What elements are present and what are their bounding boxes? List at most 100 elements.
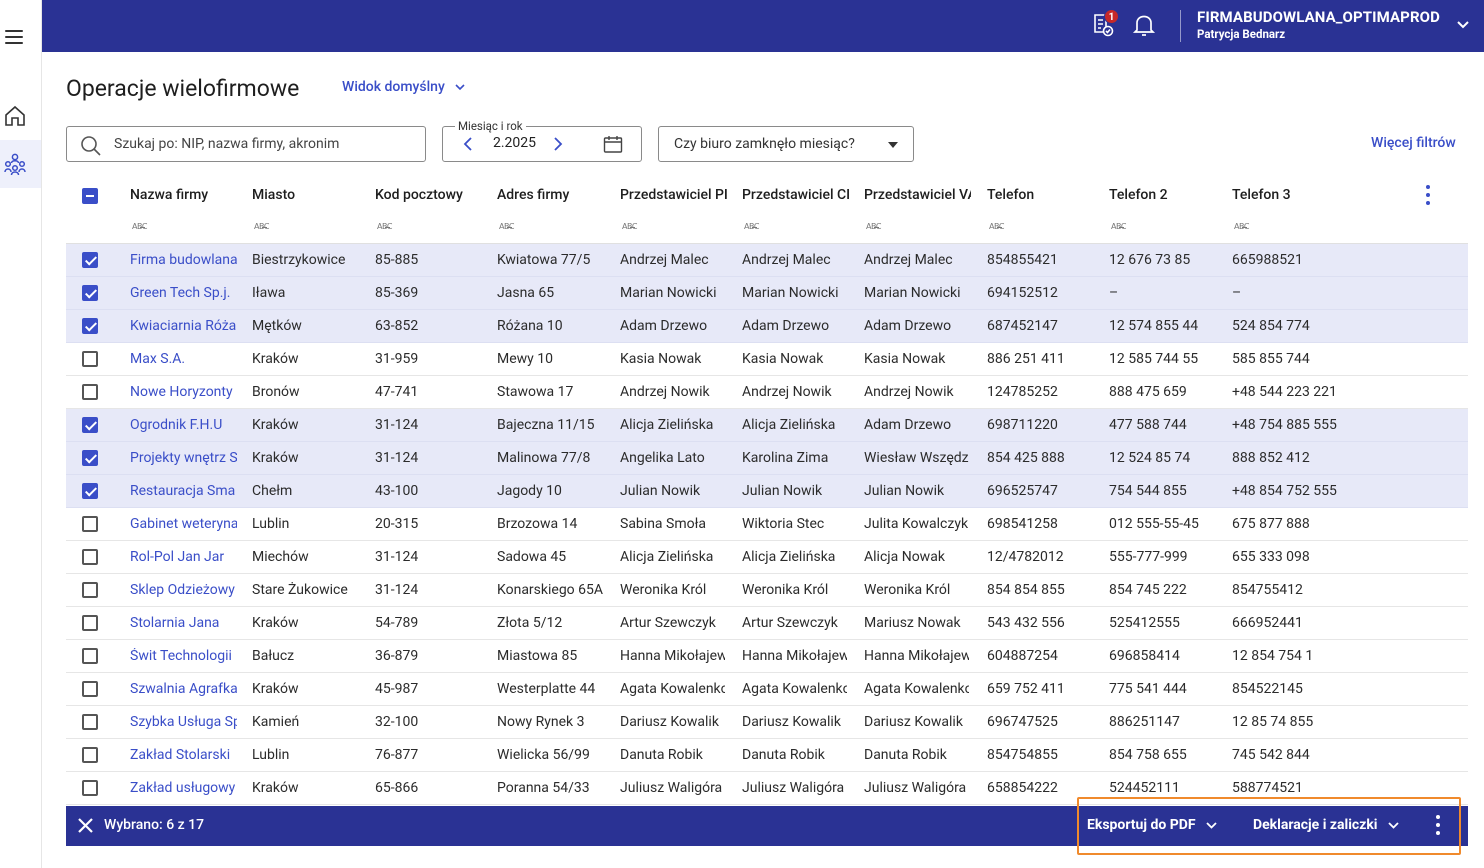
table-row[interactable]: Restauracja Sma Chełm 43-100 Jagody 10 Julia…	[66, 475, 1468, 508]
text-filter-icon[interactable]: ABC	[622, 222, 642, 234]
text-filter-icon[interactable]: ABC	[377, 222, 397, 234]
table-row[interactable]: Kwiaciarnia Róża Mętków 63-852 Różana 10 Ada…	[66, 310, 1468, 343]
row-checkbox[interactable]	[82, 384, 98, 400]
table-row[interactable]: Świt Technologii Bałucz 36-879 Miastowa 85 H…	[66, 640, 1468, 673]
row-checkbox[interactable]	[82, 450, 98, 466]
company-name-cell[interactable]: Max S.A.	[130, 351, 237, 367]
table-row[interactable]: Gabinet weteryna Lublin 20-315 Brzozowa 14 S…	[66, 508, 1468, 541]
row-checkbox[interactable]	[82, 516, 98, 532]
company-name-cell[interactable]: Restauracja Sma	[130, 483, 237, 499]
row-checkbox[interactable]	[82, 549, 98, 565]
row-checkbox[interactable]	[82, 582, 98, 598]
text-filter-icon[interactable]: ABC	[254, 222, 274, 234]
search-field[interactable]	[66, 126, 426, 162]
text-filter-icon[interactable]: ABC	[132, 222, 152, 234]
text-filter-icon[interactable]: ABC	[989, 222, 1009, 234]
table-row[interactable]: Zakład Stolarski Lublin 76-877 Wielicka 56/…	[66, 739, 1468, 772]
column-header[interactable]: Kod pocztowy	[375, 187, 485, 203]
phone-cell: 698711220	[987, 417, 1058, 433]
calendar-icon[interactable]	[603, 135, 623, 153]
row-checkbox[interactable]	[82, 351, 98, 367]
row-checkbox[interactable]	[82, 747, 98, 763]
table-row[interactable]: Ogrodnik F.H.U Kraków 31-124 Bajeczna 11/15…	[66, 409, 1468, 442]
table-row[interactable]: Zakład usługowy Kraków 65-866 Poranna 54/33…	[66, 772, 1468, 805]
row-checkbox[interactable]	[82, 483, 98, 499]
text-filter-icon[interactable]: ABC	[1111, 222, 1131, 234]
company-name[interactable]: FIRMABUDOWLANA_OPTIMAPROD	[1197, 8, 1440, 26]
table-row[interactable]: Projekty wnętrz S Kraków 31-124 Malinowa 77…	[66, 442, 1468, 475]
column-header[interactable]: Telefon 2	[1109, 187, 1219, 203]
company-name-cell[interactable]: Gabinet weteryna	[130, 516, 237, 532]
company-name-cell[interactable]: Sklep Odzieżowy	[130, 582, 237, 598]
bell-icon[interactable]	[1132, 12, 1156, 38]
month-year-picker[interactable]: Miesiąc i rok 2.2025	[442, 119, 642, 162]
company-name-cell[interactable]: Firma budowlana	[130, 252, 237, 268]
row-checkbox[interactable]	[82, 285, 98, 301]
more-filters-link[interactable]: Więcej filtrów	[1371, 135, 1456, 151]
company-name-cell[interactable]: Projekty wnętrz S	[130, 450, 237, 466]
column-header[interactable]: Telefon 3	[1232, 187, 1342, 203]
export-pdf-button[interactable]: Eksportuj do PDF	[1087, 817, 1217, 833]
text-filter-icon[interactable]: ABC	[499, 222, 519, 234]
table-header: Nazwa firmy Miasto Kod pocztowy Adres fi…	[66, 178, 1468, 244]
table-row[interactable]: Szwalnia Agrafka Kraków 45-987 Westerplatte…	[66, 673, 1468, 706]
company-name-cell[interactable]: Stolarnia Jana	[130, 615, 237, 631]
declarations-button[interactable]: Deklaracje i zaliczki	[1253, 817, 1399, 833]
text-filter-icon[interactable]: ABC	[866, 222, 886, 234]
company-name-cell[interactable]: Rol-Pol Jan Jar	[130, 549, 237, 565]
text-filter-icon[interactable]: ABC	[1234, 222, 1254, 234]
company-name-cell[interactable]: Szwalnia Agrafka	[130, 681, 237, 697]
table-row[interactable]: Szybka Usługa Sp Kamień 32-100 Nowy Rynek 3…	[66, 706, 1468, 739]
company-name-cell[interactable]: Green Tech Sp.j.	[130, 285, 237, 301]
chevron-right-icon[interactable]	[553, 137, 563, 151]
menu-icon[interactable]	[5, 30, 23, 44]
table-row[interactable]: Max S.A. Kraków 31-959 Mewy 10 Kasia Nowak Ka…	[66, 343, 1468, 376]
row-checkbox[interactable]	[82, 714, 98, 730]
column-header[interactable]: Miasto	[252, 187, 362, 203]
text-filter-icon[interactable]: ABC	[744, 222, 764, 234]
phone2-cell: 12 676 73 85	[1109, 252, 1191, 268]
row-checkbox[interactable]	[82, 417, 98, 433]
column-header[interactable]: Przedstawiciel PI	[620, 187, 727, 203]
more-actions-icon[interactable]	[1436, 815, 1440, 837]
column-header[interactable]: Przedstawiciel VA	[864, 187, 971, 203]
table-row[interactable]: Firma budowlana Biestrzykowice 85-885 Kwiat…	[66, 244, 1468, 277]
city-cell: Chełm	[252, 483, 293, 499]
companies-icon[interactable]	[3, 152, 27, 176]
close-icon[interactable]	[78, 818, 93, 833]
rep-va-cell: Weronika Król	[864, 582, 951, 598]
company-name-cell[interactable]: Zakład Stolarski	[130, 747, 237, 763]
city-cell: Stare Żukowice	[252, 582, 348, 598]
company-name-cell[interactable]: Ogrodnik F.H.U	[130, 417, 237, 433]
table-row[interactable]: Rol-Pol Jan Jar Miechów 31-124 Sadowa 45 Ali…	[66, 541, 1468, 574]
row-checkbox[interactable]	[82, 252, 98, 268]
company-name-cell[interactable]: Zakład usługowy	[130, 780, 237, 796]
row-checkbox[interactable]	[82, 615, 98, 631]
row-checkbox[interactable]	[82, 681, 98, 697]
column-header[interactable]: Adres firmy	[497, 187, 607, 203]
columns-menu-icon[interactable]	[1426, 185, 1432, 205]
rep-ci-cell: Agata Kowalenko	[742, 681, 847, 697]
row-checkbox[interactable]	[82, 780, 98, 796]
home-icon[interactable]	[3, 104, 27, 128]
view-select[interactable]: Widok domyślny	[342, 79, 465, 95]
chevron-down-icon[interactable]	[1456, 20, 1470, 30]
column-header[interactable]: Nazwa firmy	[130, 187, 240, 203]
company-name-cell[interactable]: Nowe Horyzonty	[130, 384, 237, 400]
table-row[interactable]: Green Tech Sp.j. Iława 85-369 Jasna 65 Maria…	[66, 277, 1468, 310]
chevron-left-icon[interactable]	[463, 137, 473, 151]
table-row[interactable]: Sklep Odzieżowy Stare Żukowice 31-124 Konar…	[66, 574, 1468, 607]
select-all-checkbox[interactable]	[82, 188, 98, 204]
company-name-cell[interactable]: Świt Technologii	[130, 648, 237, 664]
company-name-cell[interactable]: Kwiaciarnia Róża	[130, 318, 237, 334]
table-row[interactable]: Stolarnia Jana Kraków 54-789 Złota 5/12 Artu…	[66, 607, 1468, 640]
column-header[interactable]: Przedstawiciel CI	[742, 187, 849, 203]
row-checkbox[interactable]	[82, 318, 98, 334]
table-row[interactable]: Nowe Horyzonty Bronów 47-741 Stawowa 17 Andr…	[66, 376, 1468, 409]
column-header[interactable]: Telefon	[987, 187, 1097, 203]
row-checkbox[interactable]	[82, 648, 98, 664]
month-closed-select[interactable]: Czy biuro zamknęło miesiąc?	[658, 126, 914, 162]
search-input[interactable]	[114, 134, 414, 154]
chevron-down-icon	[1205, 821, 1217, 829]
company-name-cell[interactable]: Szybka Usługa Sp	[130, 714, 237, 730]
